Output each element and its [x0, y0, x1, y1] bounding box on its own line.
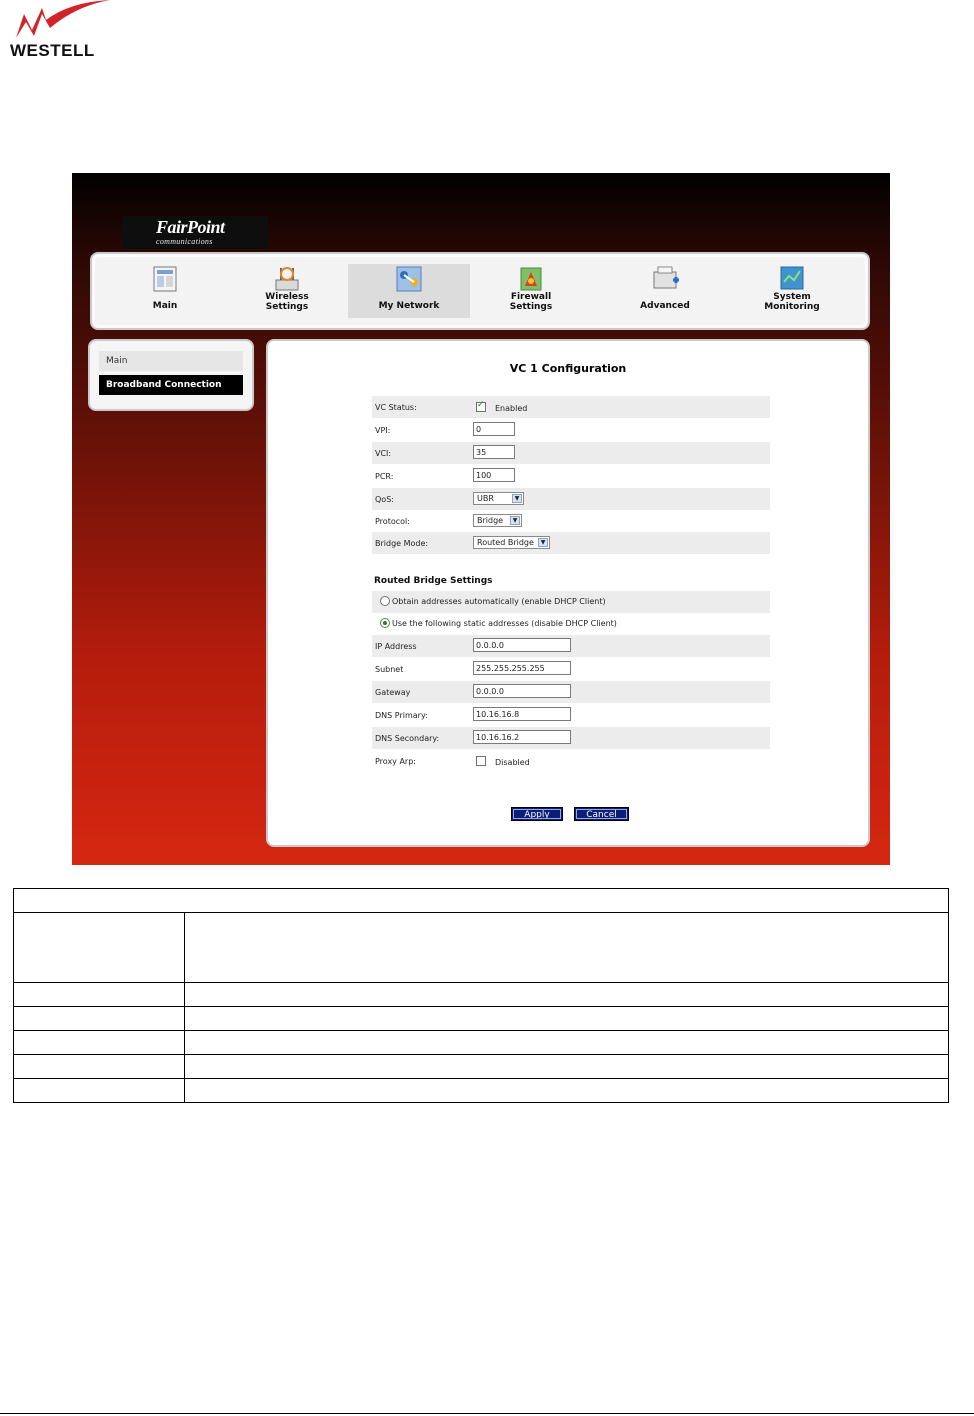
- brand-name: FairPoint: [156, 217, 225, 237]
- westell-swoosh-icon: [16, 0, 110, 38]
- nav-firewall-settings[interactable]: Firewall Settings: [470, 264, 592, 318]
- pcr-label: PCR:: [375, 472, 394, 481]
- description-table: [13, 888, 949, 1103]
- radio-static-row: Use the following static addresses (disa…: [372, 613, 770, 635]
- dns-secondary-row: DNS Secondary: 10.16.16.2: [372, 727, 770, 749]
- main-icon: [153, 266, 177, 292]
- vci-input[interactable]: 35: [473, 445, 515, 459]
- brand-tagline: communications: [156, 237, 213, 246]
- vci-row: VCI: 35: [372, 442, 770, 464]
- protocol-label: Protocol:: [375, 517, 410, 526]
- sidebar-item-broadband-connection[interactable]: Broadband Connection: [99, 375, 243, 395]
- vc-status-row: VC Status: Enabled: [372, 396, 770, 418]
- gateway-label: Gateway: [375, 688, 411, 697]
- westell-wordmark: WESTELL: [10, 41, 95, 60]
- advanced-icon: [653, 266, 679, 289]
- protocol-value: Bridge: [477, 516, 504, 525]
- router-ui-screenshot: FairPoint communications Main Wireless Se…: [72, 173, 890, 865]
- static-address-radio[interactable]: [380, 618, 390, 628]
- nav-monitoring-label: System Monitoring: [764, 292, 820, 312]
- dns-primary-row: DNS Primary: 10.16.16.8: [372, 704, 770, 726]
- proxy-arp-checkbox-label: Disabled: [495, 758, 530, 767]
- sidebar: Main Broadband Connection: [88, 339, 254, 411]
- dhcp-auto-label[interactable]: Obtain addresses automatically (enable D…: [392, 597, 606, 606]
- qos-label: QoS:: [375, 495, 394, 504]
- nav-firewall-label: Firewall Settings: [509, 292, 553, 312]
- nav-main[interactable]: Main: [104, 264, 226, 318]
- gateway-input[interactable]: 0.0.0.0: [473, 684, 571, 698]
- vc-status-checkbox-label: Enabled: [495, 404, 528, 413]
- cancel-button[interactable]: Cancel: [574, 807, 629, 821]
- sidebar-item-main[interactable]: Main: [99, 351, 243, 371]
- ip-address-label: IP Address: [375, 642, 417, 651]
- subnet-label: Subnet: [375, 665, 404, 674]
- wireless-icon: [275, 267, 299, 291]
- pcr-input[interactable]: 100: [473, 468, 515, 482]
- radio-auto-row: Obtain addresses automatically (enable D…: [372, 591, 770, 613]
- proxy-arp-row: Proxy Arp: Disabled: [372, 750, 770, 772]
- table-row: [13, 1054, 949, 1079]
- main-nav: Main Wireless Settings My Network Firewa…: [90, 252, 870, 330]
- dns-secondary-label: DNS Secondary:: [375, 734, 440, 743]
- qos-row: QoS: UBR ▼: [372, 488, 770, 510]
- fairpoint-logo: FairPoint communications: [122, 216, 268, 249]
- vpi-row: VPI: 0: [372, 419, 770, 441]
- table-row: [13, 888, 949, 913]
- nav-my-network[interactable]: My Network: [348, 264, 470, 318]
- vpi-label: VPI:: [375, 426, 391, 435]
- vc-status-checkbox[interactable]: [476, 400, 486, 412]
- bridge-mode-select[interactable]: Routed Bridge ▼: [473, 536, 550, 549]
- table-row: [13, 982, 949, 1007]
- static-address-label[interactable]: Use the following static addresses (disa…: [392, 619, 617, 628]
- protocol-select[interactable]: Bridge ▼: [473, 514, 522, 527]
- westell-logo: WESTELL: [10, 0, 120, 64]
- network-icon: [396, 266, 422, 292]
- subnet-input[interactable]: 255.255.255.255: [473, 661, 571, 675]
- proxy-arp-checkbox[interactable]: [476, 756, 486, 766]
- ip-address-input[interactable]: 0.0.0.0: [473, 638, 571, 652]
- nav-main-label: Main: [152, 301, 178, 311]
- nav-my-network-label: My Network: [378, 301, 440, 311]
- proxy-arp-label: Proxy Arp:: [375, 757, 416, 766]
- nav-advanced[interactable]: Advanced: [604, 264, 726, 318]
- dhcp-auto-radio[interactable]: [380, 596, 390, 606]
- routed-bridge-settings-title: Routed Bridge Settings: [374, 576, 493, 586]
- qos-select[interactable]: UBR ▼: [473, 492, 524, 505]
- page-title: VC 1 Configuration: [509, 362, 627, 375]
- chevron-down-icon: ▼: [510, 516, 520, 525]
- apply-button[interactable]: Apply: [511, 807, 563, 821]
- bridge-mode-value: Routed Bridge: [477, 538, 534, 547]
- nav-wireless-settings[interactable]: Wireless Settings: [226, 264, 348, 318]
- nav-advanced-label: Advanced: [640, 301, 690, 311]
- vc-status-label: VC Status:: [375, 403, 417, 412]
- dns-secondary-input[interactable]: 10.16.16.2: [473, 730, 571, 744]
- vc-config-panel: VC 1 Configuration VC Status: Enabled VP…: [266, 339, 870, 847]
- protocol-row: Protocol: Bridge ▼: [372, 510, 770, 532]
- chevron-down-icon: ▼: [512, 494, 522, 503]
- table-row: [13, 1030, 949, 1055]
- chevron-down-icon: ▼: [538, 538, 548, 547]
- bridge-mode-label: Bridge Mode:: [375, 539, 429, 548]
- vpi-input[interactable]: 0: [473, 422, 515, 436]
- nav-wireless-label: Wireless Settings: [265, 292, 309, 312]
- monitoring-icon: [780, 266, 804, 290]
- table-row: [13, 1078, 949, 1103]
- qos-value: UBR: [477, 494, 494, 503]
- vci-label: VCI:: [375, 449, 392, 458]
- footer-divider: [0, 1413, 974, 1414]
- bridge-mode-row: Bridge Mode: Routed Bridge ▼: [372, 532, 770, 554]
- ip-address-row: IP Address 0.0.0.0: [372, 635, 770, 657]
- pcr-row: PCR: 100: [372, 465, 770, 487]
- subnet-row: Subnet 255.255.255.255: [372, 658, 770, 680]
- firewall-icon: [520, 267, 542, 291]
- table-row: [13, 912, 949, 983]
- nav-system-monitoring[interactable]: System Monitoring: [731, 264, 853, 318]
- dns-primary-input[interactable]: 10.16.16.8: [473, 707, 571, 721]
- table-row: [13, 1006, 949, 1031]
- gateway-row: Gateway 0.0.0.0: [372, 681, 770, 703]
- dns-primary-label: DNS Primary:: [375, 711, 428, 720]
